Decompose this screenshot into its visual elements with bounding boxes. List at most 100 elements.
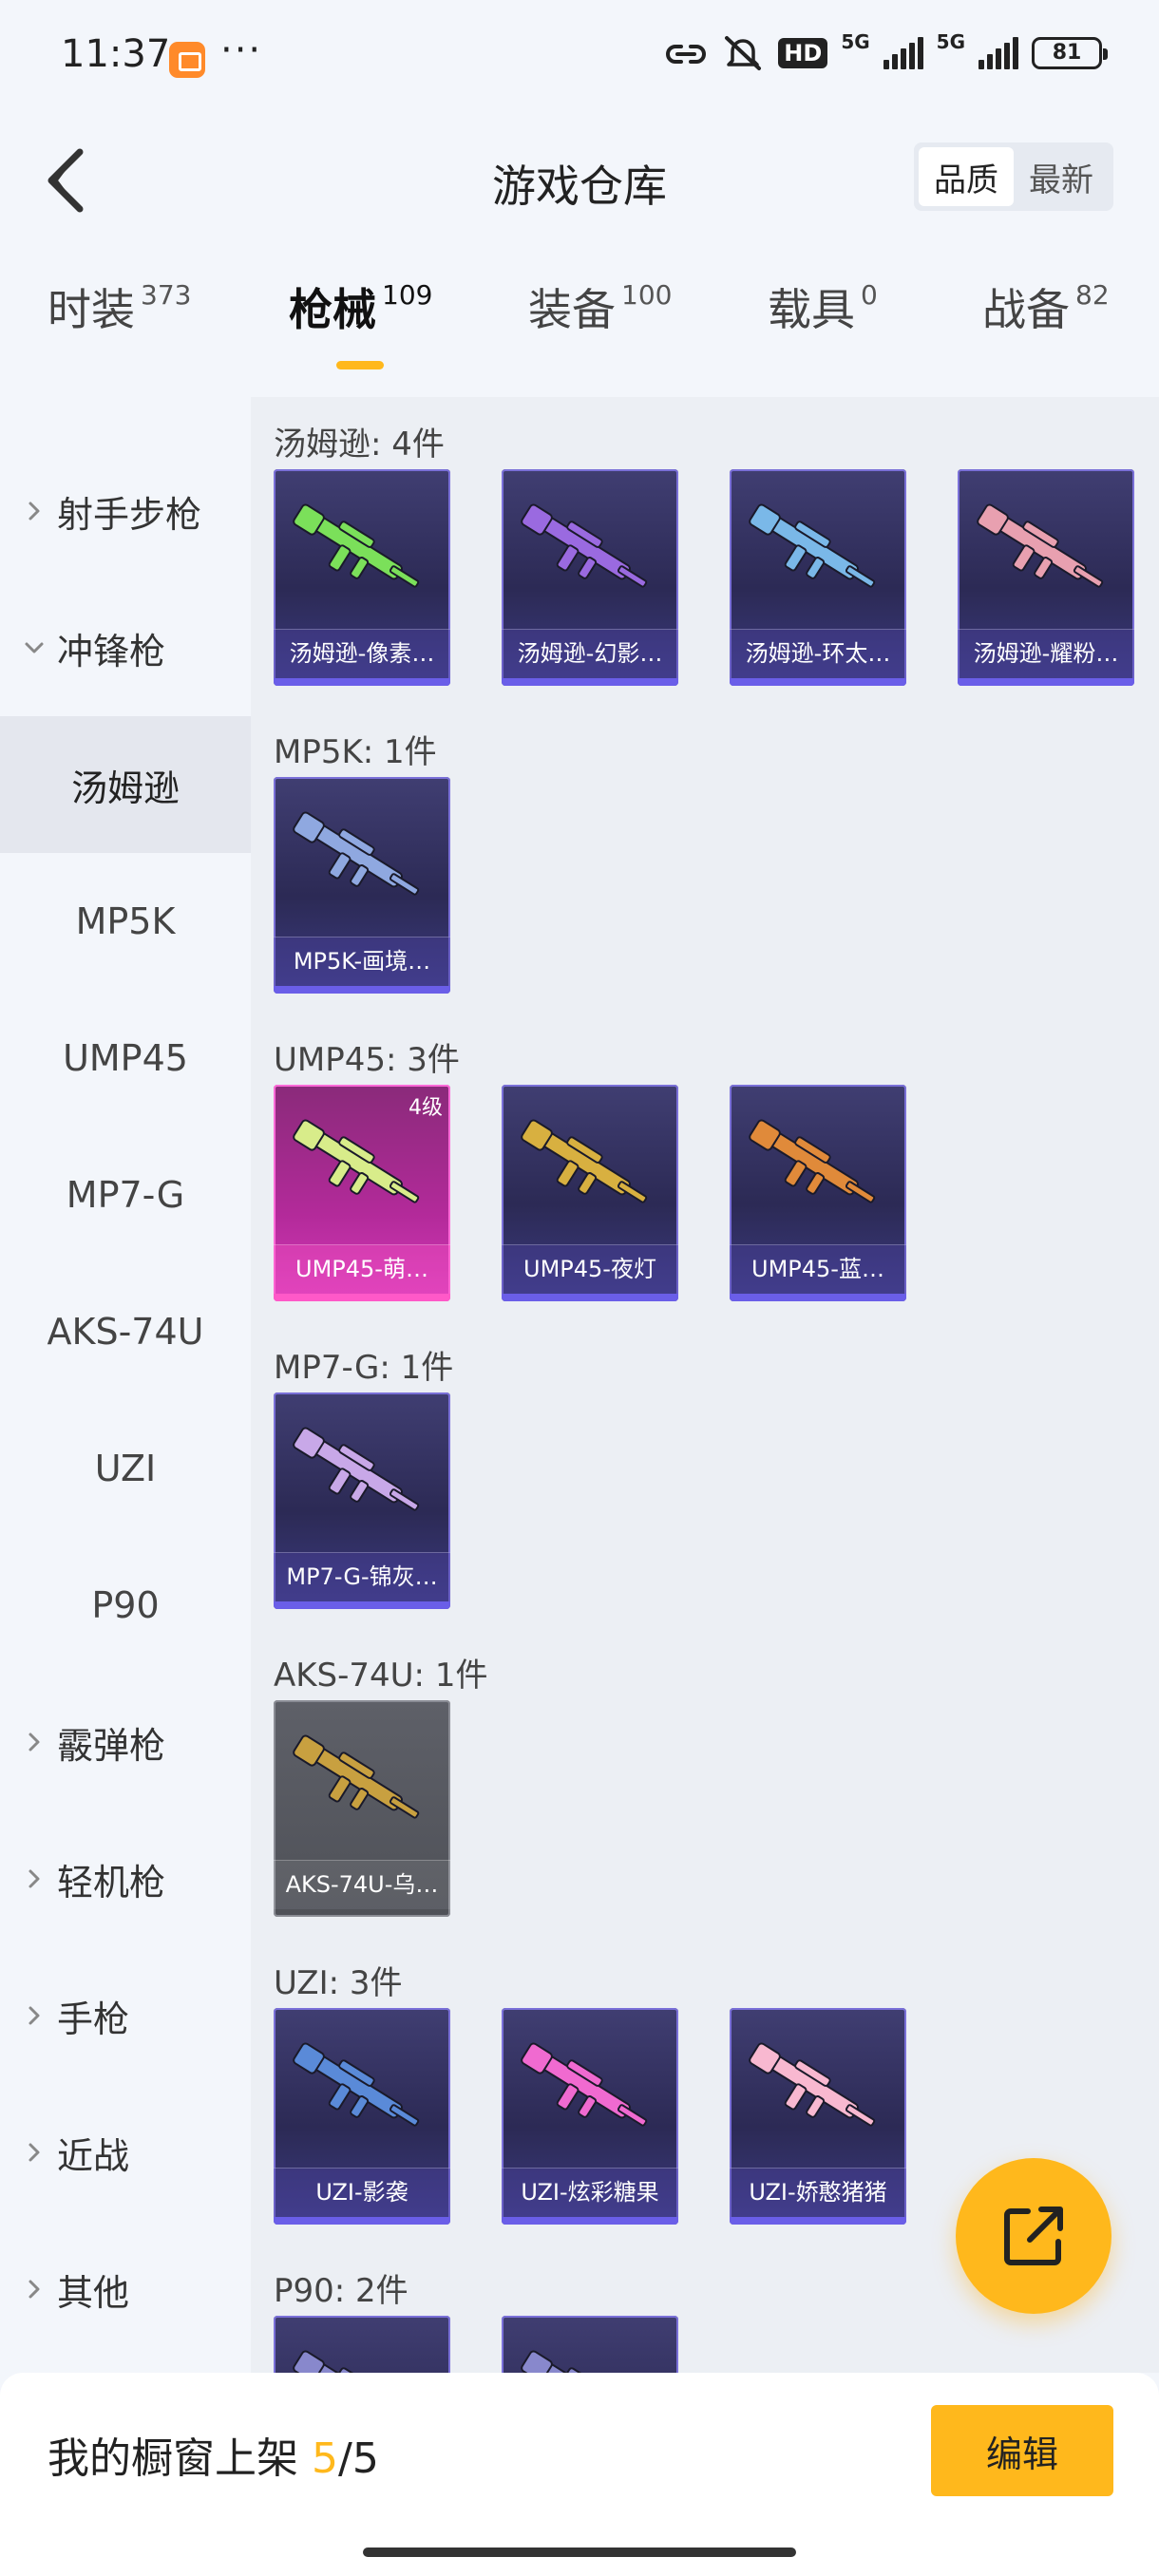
sidebar-item-partial[interactable] (0, 397, 251, 422)
sidebar-item[interactable]: 轻机枪 (0, 1810, 251, 1947)
sort-quality-button[interactable]: 品质 (919, 147, 1014, 206)
weapon-icon (977, 503, 1104, 588)
section-title: UMP45: 3件 (274, 1041, 460, 1079)
weapon-icon (293, 503, 420, 588)
weapon-icon (749, 2042, 876, 2127)
sidebar-item[interactable]: 霰弹枪 (0, 1674, 251, 1810)
sidebar-item-label: AKS-74U (47, 1311, 204, 1353)
tab-equipment[interactable]: 装备 100 (528, 275, 672, 380)
weapon-skin-card[interactable]: 汤姆逊-像素… (274, 469, 450, 686)
category-tabs: 时装 373 枪械 109 装备 100 载具 0 战备 82 (0, 275, 1159, 380)
sort-toggle: 品质 最新 (914, 142, 1113, 211)
weapon-skin-name: 汤姆逊-环太… (730, 629, 906, 678)
sidebar-item-label: P90 (91, 1584, 160, 1626)
weapon-skin-name: UZI-娇憨猪猪 (730, 2168, 906, 2217)
status-bar: 11:37 ··· HD 5G 5G 81 (0, 0, 1159, 114)
tab-supplies[interactable]: 战备 82 (982, 275, 1110, 380)
weapon-icon (521, 2350, 631, 2373)
weapon-skin-card[interactable]: AKS-74U-乌… (274, 1700, 450, 1917)
tab-label: 枪械 (289, 284, 376, 335)
weapon-skin-card[interactable]: UMP45-蓝… (730, 1085, 906, 1301)
home-indicator[interactable] (363, 2548, 796, 2557)
sidebar-item[interactable]: AKS-74U (0, 1263, 251, 1400)
weapon-skin-name: 汤姆逊-幻影… (502, 629, 678, 678)
sidebar-item-label: 霰弹枪 (57, 1724, 166, 1767)
weapon-icon (521, 1119, 648, 1203)
chevron-right-icon (28, 1869, 40, 1888)
sort-latest-button[interactable]: 最新 (1014, 147, 1109, 206)
chevron-down-icon (25, 642, 44, 653)
sidebar-item[interactable]: UZI (0, 1400, 251, 1537)
sidebar-item-label: MP5K (75, 900, 176, 942)
weapon-skin-card[interactable]: UZI-炫彩糖果 (502, 2008, 678, 2225)
edit-button[interactable]: 编辑 (931, 2405, 1113, 2496)
sidebar-item-label: UZI (94, 1448, 157, 1489)
chevron-right-icon (28, 2006, 40, 2025)
more-notifications-icon: ··· (220, 28, 263, 72)
mute-icon (725, 36, 762, 70)
weapon-skin-name: 汤姆逊-耀粉… (958, 629, 1134, 678)
sidebar-item-label: 射手步枪 (57, 493, 202, 536)
sidebar-item-label: 其他 (57, 2271, 130, 2314)
weapon-skin-card[interactable]: MP7-G-锦灰… (274, 1392, 450, 1609)
sidebar-item[interactable]: P90 (0, 1537, 251, 1674)
share-button[interactable] (956, 2158, 1112, 2314)
tab-label: 装备 (528, 284, 616, 335)
showcase-label: 我的橱窗上架 (48, 2434, 298, 2483)
weapon-category-sidebar: 射手步枪冲锋枪 汤姆逊 MP5K UMP45 MP7-G AKS-74U UZI P90 霰弹枪… (0, 397, 251, 2373)
weapon-icon (293, 1427, 420, 1511)
status-icons: HD 5G 5G 81 (664, 30, 1108, 72)
weapon-skin-card[interactable]: UZI-娇憨猪猪 (730, 2008, 906, 2225)
sidebar-item-label: 轻机枪 (57, 1861, 166, 1904)
weapon-skin-card[interactable] (274, 2316, 450, 2373)
weapon-icon (521, 2042, 648, 2127)
sidebar-item[interactable]: 其他 (0, 2221, 251, 2358)
chevron-right-icon (28, 1733, 40, 1752)
weapon-skin-card[interactable]: 4级 UMP45-萌… (274, 1085, 450, 1301)
sidebar-item[interactable]: MP7-G (0, 1127, 251, 1263)
weapon-skin-card[interactable]: 汤姆逊-环太… (730, 469, 906, 686)
weapon-skin-name: MP7-G-锦灰… (274, 1552, 450, 1601)
signal-strength-icon-1 (883, 37, 923, 69)
sidebar-item[interactable]: 手枪 (0, 1947, 251, 2084)
section-title: MP5K: 1件 (274, 733, 437, 771)
item-grid: 汤姆逊: 4件汤姆逊-像素… 汤姆逊-幻影… 汤姆逊-环太… 汤姆逊-耀粉… MP5K:… (251, 397, 1159, 2373)
battery-icon: 81 (1032, 37, 1108, 69)
chevron-right-icon (28, 502, 40, 521)
sidebar-item[interactable]: 近战 (0, 2084, 251, 2221)
weapon-skin-name: AKS-74U-乌… (274, 1860, 450, 1909)
weapon-skin-card[interactable]: 汤姆逊-耀粉… (958, 469, 1134, 686)
weapon-skin-card[interactable]: UMP45-夜灯 (502, 1085, 678, 1301)
sidebar-item[interactable]: 射手步枪 (0, 443, 251, 579)
weapon-skin-name: UZI-炫彩糖果 (502, 2168, 678, 2217)
sidebar-item-label: UMP45 (63, 1037, 188, 1079)
weapon-icon (293, 2042, 420, 2127)
weapon-skin-card[interactable]: MP5K-画境… (274, 777, 450, 994)
bottom-bar: 我的橱窗上架 5/5 编辑 (0, 2373, 1159, 2576)
link-icon (666, 45, 707, 64)
tab-fashion[interactable]: 时装 373 (48, 275, 191, 380)
share-external-icon (1004, 2207, 1063, 2265)
section-title: AKS-74U: 1件 (274, 1657, 488, 1695)
section-title: UZI: 3件 (274, 1964, 403, 2002)
weapon-skin-card[interactable]: 汤姆逊-幻影… (502, 469, 678, 686)
active-tab-indicator (336, 361, 384, 369)
sidebar-item[interactable]: 汤姆逊 (0, 716, 251, 853)
tab-label: 战备 (982, 284, 1070, 335)
sidebar-item[interactable]: UMP45 (0, 990, 251, 1127)
level-badge: 4级 (408, 1096, 443, 1120)
weapon-icon (293, 1734, 420, 1819)
sidebar-item[interactable]: 冲锋枪 (0, 579, 251, 716)
weapon-skin-card[interactable]: UZI-影袭 (274, 2008, 450, 2225)
tab-count: 109 (382, 279, 433, 311)
tab-vehicles[interactable]: 载具 0 (768, 275, 878, 380)
showcase-status: 我的橱窗上架 5/5 (48, 2424, 379, 2485)
section-title: P90: 2件 (274, 2272, 408, 2310)
tab-label: 时装 (48, 284, 135, 335)
section-title: MP7-G: 1件 (274, 1349, 454, 1387)
sidebar-item[interactable]: MP5K (0, 853, 251, 990)
section-title: 汤姆逊: 4件 (274, 426, 445, 464)
weapon-skin-card[interactable] (502, 2316, 678, 2373)
tab-label: 载具 (768, 284, 855, 335)
hd-voice-icon: HD (778, 38, 828, 68)
